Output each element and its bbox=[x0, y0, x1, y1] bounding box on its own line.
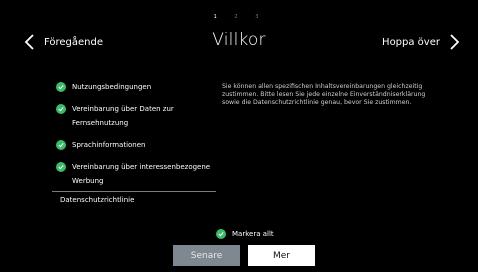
agreement-item-terms[interactable]: Nutzungsbedingungen bbox=[52, 80, 216, 94]
privacy-policy-link[interactable]: Datenschutzrichtlinie bbox=[60, 196, 134, 204]
agreement-label: Vereinbarung über interessenbezogene Wer… bbox=[72, 163, 211, 185]
step-2: 2 bbox=[234, 14, 244, 20]
step-3: 3 bbox=[255, 14, 265, 20]
agreement-list: Nutzungsbedingungen Vereinbarung über Da… bbox=[52, 80, 216, 196]
agreement-label: Sprachinformationen bbox=[72, 141, 146, 149]
step-1: 1 bbox=[213, 14, 223, 20]
more-button[interactable]: Mer bbox=[248, 245, 315, 266]
header: Föregående Villkor Hoppa över bbox=[0, 26, 478, 58]
description-text: Sie können allen spezifischen Inhaltsver… bbox=[222, 83, 426, 106]
agreement-item-voice-info[interactable]: Sprachinformationen bbox=[52, 138, 216, 152]
check-icon bbox=[56, 140, 66, 150]
agreement-label: Nutzungsbedingungen bbox=[72, 83, 152, 91]
later-button[interactable]: Senare bbox=[173, 245, 240, 266]
step-indicator: 1 2 3 bbox=[0, 14, 478, 20]
agreement-label: Vereinbarung über Daten zur Fernsehnutzu… bbox=[72, 105, 174, 127]
select-all-checkbox[interactable]: Markera allt bbox=[216, 229, 274, 239]
skip-button[interactable]: Hoppa över bbox=[382, 32, 462, 52]
divider bbox=[52, 191, 216, 192]
agreement-item-viewing-data[interactable]: Vereinbarung über Daten zur Fernsehnutzu… bbox=[52, 102, 216, 130]
chevron-right-icon bbox=[446, 32, 462, 52]
check-icon bbox=[56, 104, 66, 114]
select-all-label: Markera allt bbox=[232, 230, 274, 238]
check-icon bbox=[56, 82, 66, 92]
agreement-item-ads[interactable]: Vereinbarung über interessenbezogene Wer… bbox=[52, 160, 216, 188]
skip-label: Hoppa över bbox=[382, 36, 440, 48]
check-icon bbox=[56, 162, 66, 172]
check-icon bbox=[216, 229, 226, 239]
